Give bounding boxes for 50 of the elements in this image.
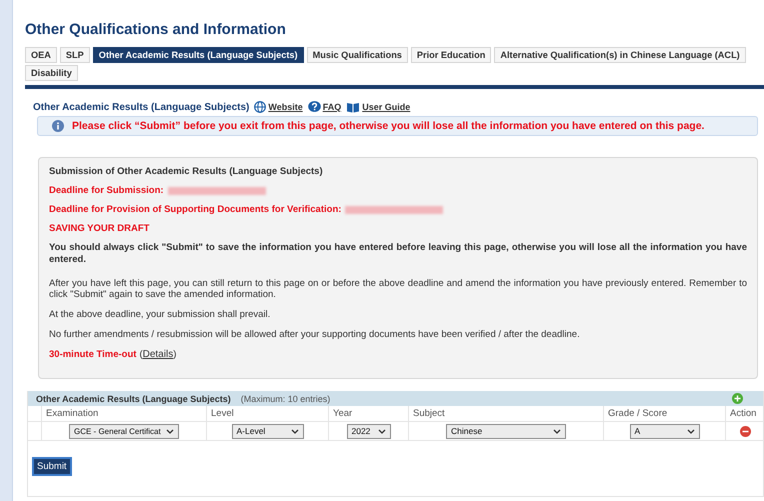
deadline-label: Deadline for Submission:: [49, 185, 164, 196]
tab[interactable]: Alternative Qualification(s) in Chinese Language (ACL): [494, 47, 746, 63]
column-header: Examination: [46, 408, 98, 419]
table-note: (Maximum: 10 entries): [240, 394, 332, 404]
tab[interactable]: Prior Education: [410, 47, 492, 63]
draft-heading: SAVING YOUR DRAFT: [49, 223, 150, 234]
tab[interactable]: Music Qualifications: [306, 47, 408, 63]
tab[interactable]: Other Academic Results (Language Subjects): [92, 47, 304, 63]
warning-text: You should always click "Submit" to save the information you have entered before leaving this page, otherwise you will lose all the information you have entered.: [49, 242, 747, 266]
globe-icon: [254, 101, 266, 113]
bracket: (: [139, 349, 143, 360]
remove-icon[interactable]: [740, 426, 751, 436]
help-icon: [308, 101, 321, 113]
book-icon: [346, 101, 360, 113]
tab[interactable]: Disability: [25, 65, 78, 81]
alert-text: Please click “Submit” before you exit from this page, otherwise you will lose all the information you have entered on this page.: [72, 120, 704, 132]
details-link[interactable]: Details: [142, 349, 174, 360]
caret-icon: [290, 428, 298, 434]
tab[interactable]: OEA: [25, 47, 57, 63]
paragraph: At the above deadline, your submission shall prevail.: [49, 309, 272, 320]
dropdown[interactable]: A: [630, 424, 700, 438]
link[interactable]: FAQ: [322, 102, 342, 112]
page-title: Other Qualifications and Information: [25, 21, 287, 38]
column-header: Grade / Score: [608, 408, 668, 419]
column-header: Level: [211, 408, 234, 419]
caret-icon: [378, 428, 386, 434]
link[interactable]: User Guide: [362, 102, 410, 112]
table-title: Other Academic Results (Language Subjects): [36, 394, 231, 404]
add-icon[interactable]: [732, 393, 743, 404]
dropdown[interactable]: 2022: [346, 424, 390, 438]
notice-heading: Submission of Other Academic Results (Language Subjects): [49, 166, 324, 177]
link[interactable]: Website: [268, 102, 303, 112]
dropdown[interactable]: GCE - General Certificat: [69, 424, 179, 438]
dropdown[interactable]: A-Level: [232, 424, 304, 438]
section-title: Other Academic Results (Language Subjects): [33, 102, 250, 112]
paragraph: After you have left this page, you can still return to this page on or before the above deadline and amend the information you have previously entered. Remember to click "Submit" again to save the amended information.: [49, 278, 747, 300]
caret-icon: [553, 428, 561, 434]
tab[interactable]: SLP: [60, 47, 90, 63]
column-header: Subject: [413, 408, 445, 419]
deadline-label: Deadline for Provision of Supporting Documents for Verification:: [49, 204, 342, 215]
bracket: ): [173, 349, 176, 360]
caret-icon: [686, 428, 694, 434]
dropdown[interactable]: Chinese: [446, 424, 566, 438]
column-header: Year: [333, 408, 352, 419]
paragraph: No further amendments / resubmission will be allowed after your supporting documents have been verified / after the deadline.: [49, 329, 581, 340]
info-icon: [52, 120, 64, 132]
column-header: Action: [730, 408, 756, 419]
caret-icon: [166, 428, 174, 434]
submit-button[interactable]: Submit: [32, 457, 72, 476]
timeout-label: 30-minute Time-out: [49, 349, 136, 360]
